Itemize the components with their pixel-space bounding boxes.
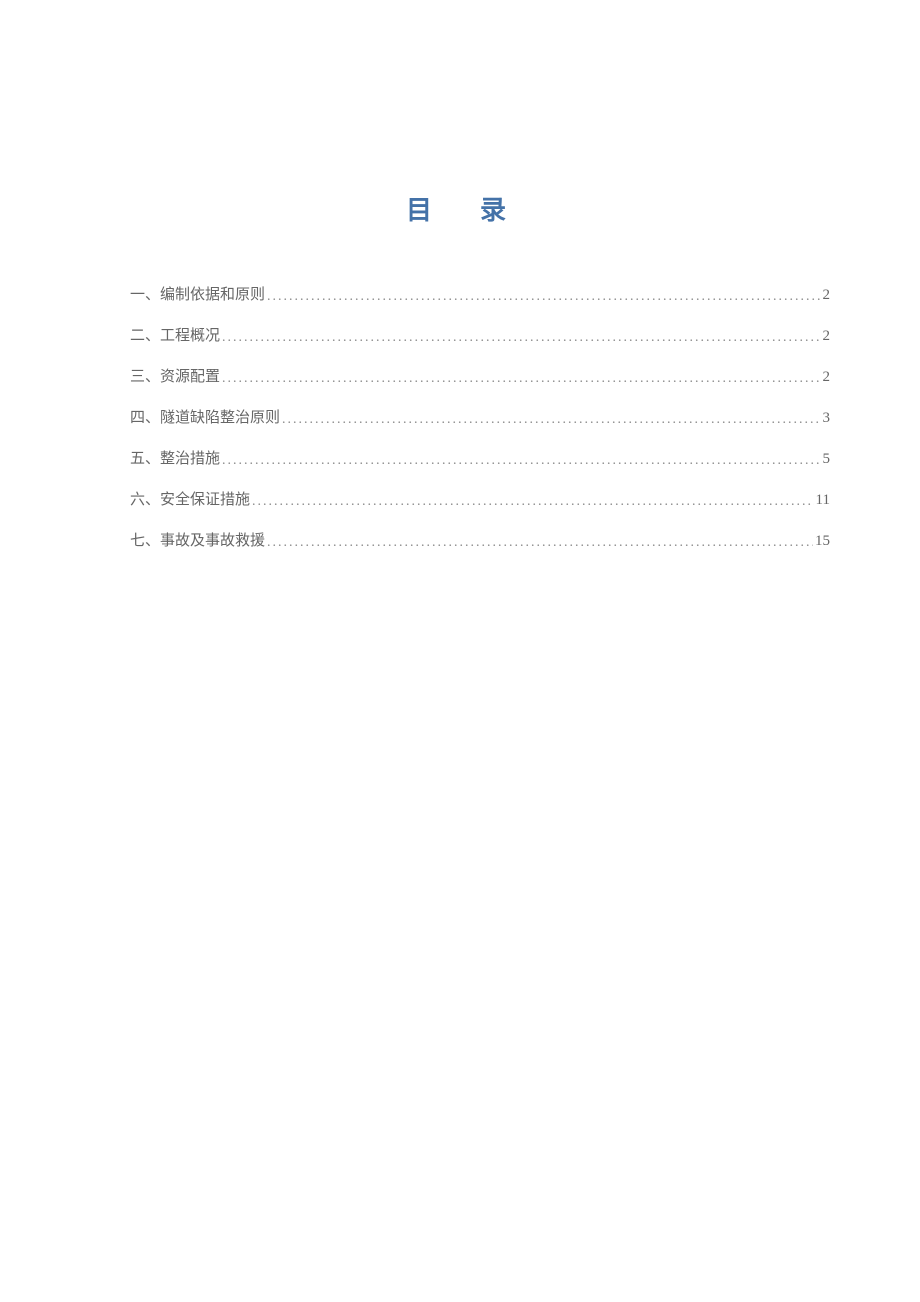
toc-entry: 一、编制依据和原则 ..............................… bbox=[130, 283, 830, 304]
toc-entry: 六、安全保证措施 ...............................… bbox=[130, 488, 830, 509]
toc-entry: 七、事故及事故救援 ..............................… bbox=[130, 529, 830, 550]
toc-entry-page: 2 bbox=[823, 287, 831, 304]
toc-entry-label: 五、整治措施 bbox=[130, 447, 220, 468]
toc-title: 目录 bbox=[130, 190, 830, 227]
toc-entry-page: 15 bbox=[815, 533, 830, 550]
toc-entry: 四、隧道缺陷整治原则 .............................… bbox=[130, 406, 830, 427]
toc-entry-label: 四、隧道缺陷整治原则 bbox=[130, 406, 280, 427]
toc-leader-dots: ........................................… bbox=[267, 289, 820, 305]
toc-leader-dots: ........................................… bbox=[222, 371, 820, 387]
toc-entry-label: 一、编制依据和原则 bbox=[130, 283, 265, 304]
toc-leader-dots: ........................................… bbox=[267, 535, 813, 551]
toc-entry-label: 六、安全保证措施 bbox=[130, 488, 250, 509]
toc-leader-dots: ........................................… bbox=[222, 330, 820, 346]
toc-entry: 三、资源配置 .................................… bbox=[130, 365, 830, 386]
toc-entry: 五、整治措施 .................................… bbox=[130, 447, 830, 468]
toc-entry-label: 三、资源配置 bbox=[130, 365, 220, 386]
toc-entry-page: 2 bbox=[823, 328, 831, 345]
toc-entry-page: 5 bbox=[823, 451, 831, 468]
table-of-contents: 一、编制依据和原则 ..............................… bbox=[130, 283, 830, 550]
toc-entry-label: 七、事故及事故救援 bbox=[130, 529, 265, 550]
toc-leader-dots: ........................................… bbox=[282, 412, 820, 428]
toc-leader-dots: ........................................… bbox=[222, 453, 820, 469]
document-page: 目录 一、编制依据和原则 ...........................… bbox=[0, 0, 920, 550]
toc-entry-page: 3 bbox=[823, 410, 831, 427]
toc-entry-label: 二、工程概况 bbox=[130, 324, 220, 345]
toc-entry-page: 11 bbox=[816, 492, 830, 509]
toc-entry: 二、工程概况 .................................… bbox=[130, 324, 830, 345]
toc-entry-page: 2 bbox=[823, 369, 831, 386]
toc-leader-dots: ........................................… bbox=[252, 494, 814, 510]
